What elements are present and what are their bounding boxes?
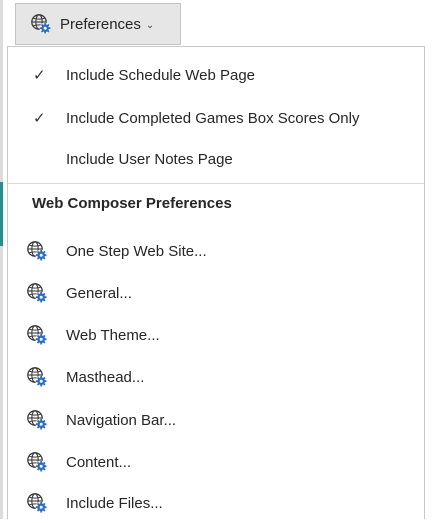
menu-item-general[interactable]: General... bbox=[8, 273, 424, 313]
chevron-down-icon: ⌄ bbox=[145, 19, 155, 31]
checkmark-icon: ✓ bbox=[33, 67, 46, 84]
globe-gear-icon bbox=[30, 13, 52, 35]
menu-item-include-schedule-web-page[interactable]: ✓ Include Schedule Web Page bbox=[8, 55, 424, 95]
menu-item-label: Web Theme... bbox=[66, 326, 160, 344]
globe-gear-icon bbox=[26, 409, 48, 431]
background-window-edge bbox=[0, 0, 3, 519]
menu-item-label: Include Completed Games Box Scores Only bbox=[66, 109, 360, 127]
menu-item-web-theme[interactable]: Web Theme... bbox=[8, 315, 424, 355]
menu-item-label: General... bbox=[66, 284, 132, 302]
section-header-web-composer-preferences: Web Composer Preferences bbox=[32, 195, 232, 212]
globe-gear-icon bbox=[26, 282, 48, 304]
menu-item-label: Include User Notes Page bbox=[66, 150, 233, 168]
preferences-button-label: Preferences bbox=[60, 15, 141, 33]
menu-item-include-completed-games-box-scores[interactable]: ✓ Include Completed Games Box Scores Onl… bbox=[8, 98, 424, 138]
preferences-dropdown-button[interactable]: Preferences ⌄ bbox=[15, 3, 181, 45]
menu-item-label: Content... bbox=[66, 453, 132, 471]
menu-item-masthead[interactable]: Masthead... bbox=[8, 357, 424, 397]
globe-gear-icon bbox=[26, 492, 48, 514]
menu-item-content[interactable]: Content... bbox=[8, 442, 424, 482]
menu-item-include-files[interactable]: Include Files... bbox=[8, 483, 424, 523]
menu-item-navigation-bar[interactable]: Navigation Bar... bbox=[8, 400, 424, 440]
menu-item-label: Navigation Bar... bbox=[66, 411, 177, 429]
preferences-menu: ✓ Include Schedule Web Page ✓ Include Co… bbox=[7, 46, 425, 519]
menu-item-label: One Step Web Site... bbox=[66, 242, 207, 260]
globe-gear-icon bbox=[26, 324, 48, 346]
menu-item-label: Include Files... bbox=[66, 494, 163, 512]
globe-gear-icon bbox=[26, 451, 48, 473]
globe-gear-icon bbox=[26, 240, 48, 262]
background-accent-strip bbox=[0, 182, 3, 246]
menu-item-one-step-web-site[interactable]: One Step Web Site... bbox=[8, 231, 424, 271]
checkmark-icon: ✓ bbox=[33, 110, 46, 127]
menu-item-label: Include Schedule Web Page bbox=[66, 66, 256, 84]
menu-separator bbox=[8, 183, 424, 184]
globe-gear-icon bbox=[26, 366, 48, 388]
menu-item-label: Masthead... bbox=[66, 368, 145, 386]
menu-item-include-user-notes-page[interactable]: Include User Notes Page bbox=[8, 139, 424, 179]
